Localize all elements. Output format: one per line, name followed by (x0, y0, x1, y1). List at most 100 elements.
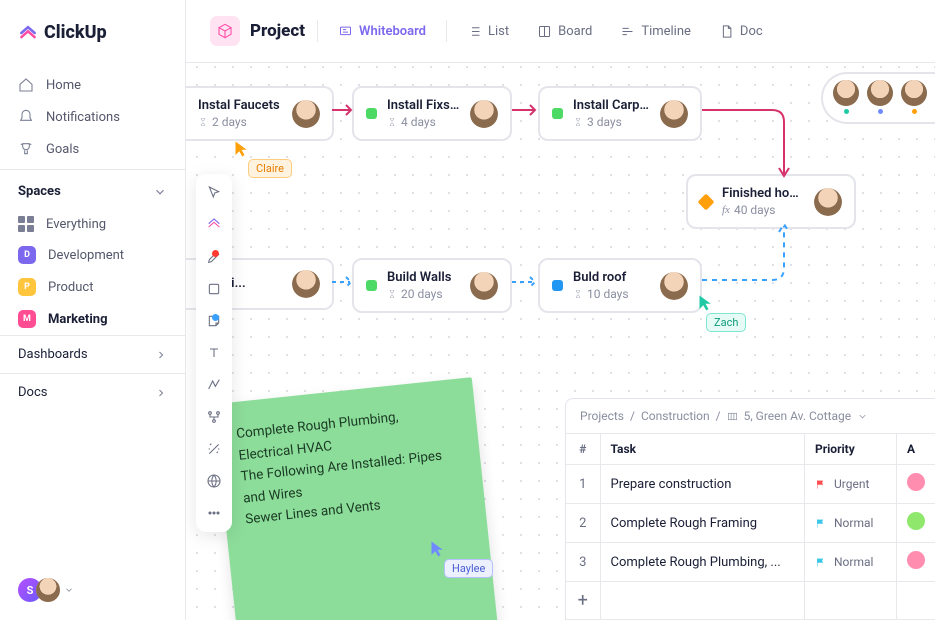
avatar (470, 272, 498, 300)
avatar (660, 100, 688, 128)
avatar (814, 188, 842, 216)
table-row[interactable]: 3Complete Rough Plumbing, ...Normal (566, 543, 935, 582)
trophy-icon (18, 141, 34, 157)
tool-rail (196, 174, 232, 532)
avatar (470, 100, 498, 128)
chevron-right-icon (155, 387, 167, 399)
nav-docs[interactable]: Docs (0, 373, 185, 411)
status-color (366, 280, 377, 291)
tool-clickup-logo[interactable] (205, 216, 223, 234)
grid-icon (18, 216, 34, 232)
view-whiteboard[interactable]: Whiteboard (330, 20, 434, 43)
task-table: # Task Priority A 1Prepare constructionU… (566, 434, 935, 620)
card-fixtures[interactable]: Install Fixstu...4 days (352, 86, 512, 141)
space-marketing[interactable]: MMarketing (0, 303, 185, 335)
whiteboard-canvas[interactable]: Instal Faucets2 days Install Fixstu...4 … (186, 56, 935, 620)
avatar (292, 270, 320, 298)
tool-connector[interactable] (205, 376, 223, 394)
avatar (660, 272, 688, 300)
user-menu[interactable]: S (18, 578, 74, 602)
project-title: Project (250, 21, 305, 41)
status-color (552, 108, 563, 119)
breadcrumb[interactable]: Projects/ Construction/ 5, Green Av. Cot… (566, 399, 935, 434)
user-avatar-photo (36, 578, 60, 602)
hourglass-icon (198, 116, 208, 128)
tool-embed[interactable] (205, 472, 223, 490)
clickup-logo-icon (18, 23, 38, 43)
hourglass-icon (387, 116, 397, 128)
space-everything[interactable]: Everything (0, 209, 185, 239)
nav-goals[interactable]: Goals (0, 133, 185, 165)
view-board[interactable]: Board (529, 20, 600, 43)
bell-icon (18, 109, 34, 125)
arrow (512, 102, 540, 118)
cursor-haylee: Haylee (430, 540, 493, 578)
spaces-header[interactable]: Spaces (0, 169, 185, 209)
presence-avatar (901, 80, 927, 106)
timeline-icon (620, 24, 635, 39)
chevron-right-icon (155, 349, 167, 361)
add-task-row[interactable]: + (566, 582, 935, 620)
assignee-avatar (907, 512, 925, 530)
tool-relationship[interactable] (205, 408, 223, 426)
space-product[interactable]: PProduct (0, 271, 185, 303)
project-chip[interactable]: Project (210, 16, 305, 46)
tool-select[interactable] (205, 184, 223, 202)
tool-text[interactable] (205, 344, 223, 362)
flag-icon (815, 557, 826, 568)
chevron-down-icon (153, 185, 167, 199)
task-panel: Projects/ Construction/ 5, Green Av. Cot… (565, 398, 935, 620)
avatar (292, 100, 320, 128)
chevron-down-icon (857, 411, 868, 422)
doc-icon (719, 24, 734, 39)
brand-logo[interactable]: ClickUp (0, 0, 185, 65)
presence-avatar (833, 80, 859, 106)
board-icon (727, 411, 738, 422)
card-finished[interactable]: Finished housefx40 days (686, 174, 856, 229)
table-row[interactable]: 1Prepare constructionUrgent (566, 465, 935, 504)
status-color (552, 280, 563, 291)
space-badge: P (18, 278, 36, 296)
arrow-curve (702, 92, 802, 184)
status-color (366, 108, 377, 119)
view-doc[interactable]: Doc (711, 20, 771, 43)
caret-down-icon (64, 585, 74, 595)
space-development[interactable]: DDevelopment (0, 239, 185, 271)
nav-dashboards[interactable]: Dashboards (0, 335, 185, 373)
milestone-icon (698, 193, 715, 210)
tool-more[interactable] (205, 504, 223, 522)
table-row[interactable]: 2Complete Rough FramingNormal (566, 504, 935, 543)
list-icon (467, 24, 482, 39)
assignee-avatar (907, 473, 925, 491)
cursor-claire: Claire (234, 140, 292, 178)
space-badge: D (18, 246, 36, 264)
hourglass-icon (387, 288, 397, 300)
cube-icon (210, 16, 240, 46)
sidebar: ClickUp Home Notifications Goals Spaces … (0, 0, 186, 620)
tool-shape[interactable] (205, 280, 223, 298)
topbar: Project Whiteboard List Board Timeline D… (186, 0, 935, 63)
card-carpeting[interactable]: Install Carpetin...3 days (538, 86, 702, 141)
view-timeline[interactable]: Timeline (612, 20, 699, 43)
assignee-avatar (907, 551, 925, 569)
content-area: Project Whiteboard List Board Timeline D… (186, 0, 935, 620)
card-walls[interactable]: Build Walls20 days (352, 258, 512, 313)
card-roof[interactable]: Buld roof10 days (538, 258, 702, 313)
home-icon (18, 77, 34, 93)
tool-magic[interactable] (205, 440, 223, 458)
nav-home[interactable]: Home (0, 69, 185, 101)
card-faucets[interactable]: Instal Faucets2 days (186, 86, 334, 141)
view-list[interactable]: List (459, 20, 517, 43)
presence-avatar (867, 80, 893, 106)
sticky-note[interactable]: Complete Rough Plumbing, Electrical HVAC… (213, 377, 499, 620)
tool-sticky[interactable] (205, 312, 223, 330)
space-badge: M (18, 310, 36, 328)
presence-avatars[interactable] (821, 72, 935, 124)
whiteboard-icon (338, 24, 353, 39)
brand-name: ClickUp (44, 22, 107, 43)
tool-pen[interactable] (205, 248, 223, 266)
flag-icon (815, 479, 826, 490)
hourglass-icon (573, 116, 583, 128)
hourglass-icon (573, 288, 583, 300)
nav-notifications[interactable]: Notifications (0, 101, 185, 133)
